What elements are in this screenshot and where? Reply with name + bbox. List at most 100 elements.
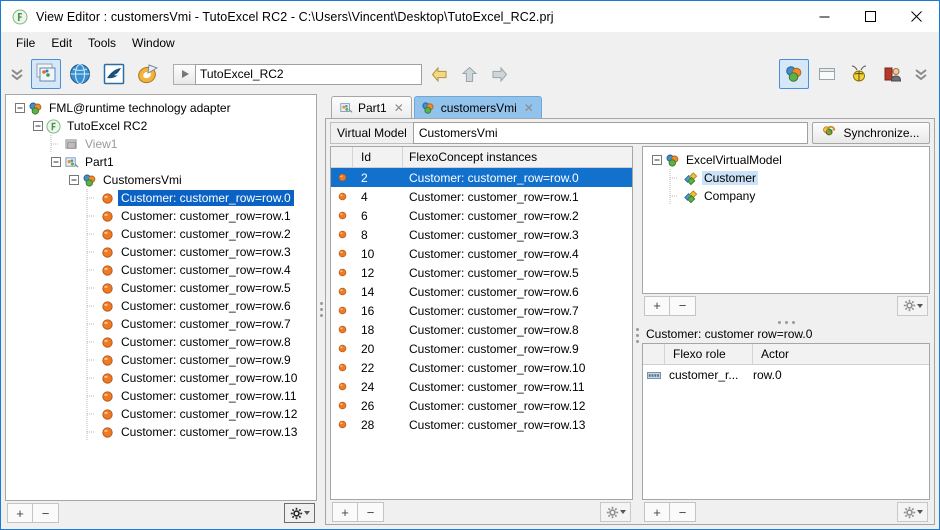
add-concept-button[interactable]: + <box>644 295 670 316</box>
arrow-right-icon[interactable] <box>486 61 512 87</box>
arrow-up-icon[interactable] <box>456 61 482 87</box>
tab-Part1[interactable]: Part1 ✕ <box>331 96 412 118</box>
project-tree-node[interactable]: Part1 <box>10 153 316 171</box>
tree-toggle[interactable] <box>32 121 43 132</box>
project-tree-node[interactable]: Customer: customer_row=row.4 <box>10 261 316 279</box>
remove-instance-button[interactable]: − <box>358 502 384 522</box>
column-header-actor[interactable]: Actor <box>753 344 929 364</box>
tree-node-label: Customer: customer_row=row.4 <box>121 263 291 277</box>
address-input[interactable] <box>195 63 422 85</box>
project-tree-node[interactable]: Customer: customer_row=row.5 <box>10 279 316 297</box>
column-header-instances[interactable]: FlexoConcept instances <box>403 147 632 167</box>
roles-table-row[interactable]: customer_r... row.0 <box>643 365 929 385</box>
maximize-button[interactable] <box>847 1 893 32</box>
tree-toggle-spacer <box>86 279 97 297</box>
instance-icon <box>99 352 115 368</box>
concept-tree[interactable]: ExcelVirtualModel Customer Company <box>642 146 930 294</box>
concept-gear-button[interactable] <box>897 295 928 316</box>
editor-inner-splitter[interactable] <box>633 146 642 524</box>
table-row[interactable]: 22 Customer: customer_row=row.10 <box>331 358 632 377</box>
row-id: 28 <box>361 417 375 432</box>
tab-close-icon[interactable]: ✕ <box>394 102 404 114</box>
virtual-model-value[interactable]: CustomersVmi <box>412 122 808 144</box>
project-tree-node[interactable]: Customer: customer_row=row.3 <box>10 243 316 261</box>
tree-toggle-spacer <box>50 135 61 153</box>
globe-icon[interactable] <box>65 59 95 89</box>
double-chevron-down-icon[interactable] <box>7 59 27 89</box>
table-row[interactable]: 10 Customer: customer_row=row.4 <box>331 244 632 263</box>
arrow-left-icon[interactable] <box>426 61 452 87</box>
user-icon[interactable] <box>878 59 908 89</box>
table-row[interactable]: 24 Customer: customer_row=row.11 <box>331 377 632 396</box>
window-icon[interactable] <box>812 59 842 89</box>
project-tree-node[interactable]: TutoExcel RC2 <box>10 117 316 135</box>
table-row[interactable]: 12 Customer: customer_row=row.5 <box>331 263 632 282</box>
table-row[interactable]: 18 Customer: customer_row=row.8 <box>331 320 632 339</box>
add-role-button[interactable]: + <box>644 502 670 522</box>
column-header-flexo-role[interactable]: Flexo role <box>665 344 753 364</box>
project-tree-node[interactable]: FML@runtime technology adapter <box>10 99 316 117</box>
project-tree-node[interactable]: Customer: customer_row=row.8 <box>10 333 316 351</box>
concept-detail-splitter[interactable] <box>642 317 930 327</box>
menu-tools[interactable]: Tools <box>81 34 123 52</box>
tree-toggle[interactable] <box>14 103 25 114</box>
project-tree-node[interactable]: Customer: customer_row=row.2 <box>10 225 316 243</box>
instance-icon <box>99 370 115 386</box>
add-instance-button[interactable]: + <box>332 502 358 522</box>
roles-gear-button[interactable] <box>897 502 928 522</box>
project-tree-node[interactable]: Customer: customer_row=row.1 <box>10 207 316 225</box>
settings-gear-button[interactable] <box>284 503 315 523</box>
project-tree-node[interactable]: Customer: customer_row=row.11 <box>10 387 316 405</box>
concept-tree-node[interactable]: Company <box>647 187 929 205</box>
bird-icon[interactable] <box>99 59 129 89</box>
instances-table[interactable]: Id FlexoConcept instances 2 Customer: cus… <box>330 146 633 500</box>
table-row[interactable]: 4 Customer: customer_row=row.1 <box>331 187 632 206</box>
menu-file[interactable]: File <box>9 34 42 52</box>
palette-icon[interactable] <box>133 59 163 89</box>
menu-window[interactable]: Window <box>125 34 182 52</box>
play-icon[interactable] <box>173 63 195 85</box>
close-button[interactable] <box>893 1 939 32</box>
table-row[interactable]: 16 Customer: customer_row=row.7 <box>331 301 632 320</box>
images-editor-icon[interactable] <box>31 59 61 89</box>
table-row[interactable]: 28 Customer: customer_row=row.13 <box>331 415 632 434</box>
tab-customersVmi[interactable]: customersVmi ✕ <box>413 96 542 118</box>
remove-concept-button[interactable]: − <box>670 295 696 316</box>
synchronize-button[interactable]: Synchronize... <box>812 122 930 144</box>
project-tree-node[interactable]: Customer: customer_row=row.10 <box>10 369 316 387</box>
bug-icon[interactable] <box>845 59 875 89</box>
instances-gear-button[interactable] <box>600 502 631 522</box>
table-row[interactable]: 20 Customer: customer_row=row.9 <box>331 339 632 358</box>
minimize-button[interactable] <box>801 1 847 32</box>
project-tree-node[interactable]: CustomersVmi <box>10 171 316 189</box>
table-row[interactable]: 6 Customer: customer_row=row.2 <box>331 206 632 225</box>
virtual-model-icon[interactable] <box>779 59 809 89</box>
concept-tree-node[interactable]: ExcelVirtualModel <box>647 151 929 169</box>
project-tree-node[interactable]: Customer: customer_row=row.6 <box>10 297 316 315</box>
project-tree-node[interactable]: Customer: customer_row=row.13 <box>10 423 316 441</box>
project-tree-node[interactable]: Customer: customer_row=row.12 <box>10 405 316 423</box>
project-tree[interactable]: FML@runtime technology adapter TutoExcel … <box>5 94 317 501</box>
remove-role-button[interactable]: − <box>670 502 696 522</box>
tab-close-icon[interactable]: ✕ <box>524 102 534 114</box>
project-tree-node[interactable]: Customer: customer_row=row.0 <box>10 189 316 207</box>
main-splitter[interactable] <box>317 94 325 525</box>
roles-table[interactable]: Flexo role Actor customer_r... row.0 <box>642 343 930 500</box>
double-chevron-down-icon-right[interactable] <box>911 59 931 89</box>
column-header-id[interactable]: Id <box>353 147 403 167</box>
table-row[interactable]: 2 Customer: customer_row=row.0 <box>331 168 632 187</box>
add-button[interactable]: + <box>7 503 33 523</box>
concept-tree-node[interactable]: Customer <box>647 169 929 187</box>
remove-button[interactable]: − <box>33 503 59 523</box>
project-tree-node[interactable]: Customer: customer_row=row.7 <box>10 315 316 333</box>
table-row[interactable]: 26 Customer: customer_row=row.12 <box>331 396 632 415</box>
table-row[interactable]: 14 Customer: customer_row=row.6 <box>331 282 632 301</box>
project-tree-node[interactable]: View1 <box>10 135 316 153</box>
tree-toggle[interactable] <box>68 175 79 186</box>
tree-toggle[interactable] <box>50 157 61 168</box>
project-tree-node[interactable]: Customer: customer_row=row.9 <box>10 351 316 369</box>
tree-toggle[interactable] <box>651 155 662 166</box>
menu-edit[interactable]: Edit <box>44 34 79 52</box>
tree-toggle-spacer <box>669 187 680 205</box>
table-row[interactable]: 8 Customer: customer_row=row.3 <box>331 225 632 244</box>
